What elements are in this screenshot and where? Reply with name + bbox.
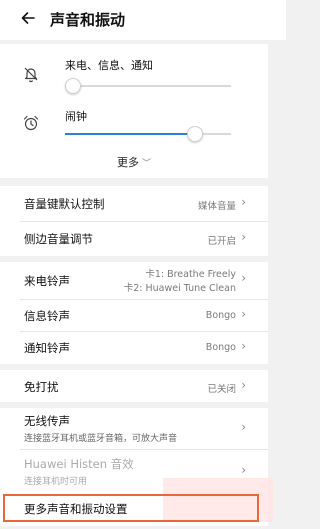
alarm-volume-label: 闹钟 xyxy=(65,110,87,123)
ringtone-label: 来电铃声 xyxy=(24,274,70,288)
chevron-right-icon: › xyxy=(241,339,246,353)
volume-key-value: 媒体音量 xyxy=(197,201,236,212)
chevron-right-icon: › xyxy=(241,420,246,434)
more-volume-toggle[interactable]: 更多 ﹀ xyxy=(0,154,268,170)
ringtone-volume-label: 来电、信息、通知 xyxy=(65,59,153,72)
volume-control-card: 音量键默认控制 媒体音量 › 侧边音量调节 已开启 › xyxy=(0,186,268,256)
side-volume-value: 已开启 xyxy=(207,236,236,247)
volume-key-label: 音量键默认控制 xyxy=(24,197,105,211)
wireless-projection-sub: 连接蓝牙耳机或蓝牙音箱，可放大声音 xyxy=(24,434,178,444)
alarm-clock-icon xyxy=(23,115,39,131)
volume-key-row[interactable]: 音量键默认控制 媒体音量 › xyxy=(0,186,268,221)
chevron-right-icon: › xyxy=(241,271,246,285)
message-tone-label: 信息铃声 xyxy=(24,309,70,323)
message-tone-value: Bongo xyxy=(205,310,236,321)
chevron-right-icon: › xyxy=(241,307,246,321)
dnd-card: 免打扰 已关闭 › xyxy=(0,370,268,402)
ringtone-volume-slider[interactable] xyxy=(65,78,231,94)
dnd-row[interactable]: 免打扰 已关闭 › xyxy=(0,370,268,402)
highlight-box xyxy=(3,494,259,522)
side-volume-label: 侧边音量调节 xyxy=(24,232,93,246)
ringtones-card: 来电铃声 卡1: Breathe Freely 卡2: Huawei Tune … xyxy=(0,262,268,364)
chevron-right-icon: › xyxy=(241,195,246,209)
notification-tone-label: 通知铃声 xyxy=(24,341,70,355)
header-bar: 声音和振动 xyxy=(0,0,286,40)
ringtone-row[interactable]: 来电铃声 卡1: Breathe Freely 卡2: Huawei Tune … xyxy=(0,262,268,298)
side-volume-row[interactable]: 侧边音量调节 已开启 › xyxy=(0,221,268,256)
notification-tone-value: Bongo xyxy=(205,342,236,353)
ringtone-volume-thumb[interactable] xyxy=(65,78,81,94)
page-title: 声音和振动 xyxy=(50,11,126,29)
alarm-volume-thumb[interactable] xyxy=(186,126,203,142)
volume-card: 来电、信息、通知 闹钟 更多 ﹀ xyxy=(0,44,268,178)
chevron-right-icon: › xyxy=(241,378,246,392)
bell-off-icon xyxy=(24,67,38,83)
dnd-label: 免打扰 xyxy=(24,380,59,394)
more-label: 更多 xyxy=(116,156,139,169)
back-arrow-icon[interactable] xyxy=(20,10,36,26)
ringtone-sim1-value: 卡1: Breathe Freely xyxy=(145,269,236,280)
histen-sub: 连接耳机时可用 xyxy=(24,477,88,487)
alarm-volume-fill xyxy=(65,133,195,135)
alarm-volume-slider[interactable] xyxy=(65,126,231,142)
sound-vibration-screen: 声音和振动 来电、信息、通知 闹钟 更多 ﹀ 音量键默认控制 媒体音量 › 侧边… xyxy=(0,0,286,529)
histen-label: Huawei Histen 音效 xyxy=(24,457,134,471)
message-tone-row[interactable]: 信息铃声 Bongo › xyxy=(0,299,268,331)
chevron-right-icon: › xyxy=(241,230,246,244)
wireless-projection-row[interactable]: 无线传声 连接蓝牙耳机或蓝牙音箱，可放大声音 › xyxy=(0,408,268,448)
notification-tone-row[interactable]: 通知铃声 Bongo › xyxy=(0,331,268,364)
ringtone-sim2-value: 卡2: Huawei Tune Clean xyxy=(123,283,236,294)
dnd-value: 已关闭 xyxy=(207,384,236,395)
chevron-right-icon: › xyxy=(241,463,246,477)
chevron-down-icon: ﹀ xyxy=(141,159,151,169)
wireless-projection-label: 无线传声 xyxy=(24,414,70,428)
